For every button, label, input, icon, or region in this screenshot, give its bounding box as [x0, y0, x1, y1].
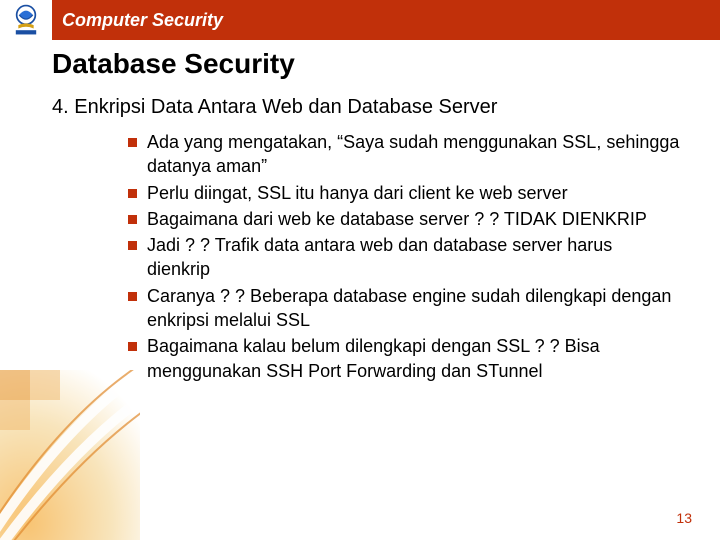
- bullet-icon: [128, 215, 137, 224]
- bullet-text: Ada yang mengatakan, “Saya sudah menggun…: [147, 130, 680, 179]
- bullet-icon: [128, 342, 137, 351]
- slide: Computer Security Database Security 4. E…: [0, 0, 720, 540]
- bullet-list: Ada yang mengatakan, “Saya sudah menggun…: [128, 130, 680, 385]
- university-logo-icon: [9, 3, 43, 37]
- bullet-icon: [128, 241, 137, 250]
- list-item: Caranya ? ? Beberapa database engine sud…: [128, 284, 680, 333]
- bullet-icon: [128, 138, 137, 147]
- list-item: Ada yang mengatakan, “Saya sudah menggun…: [128, 130, 680, 179]
- list-item: Jadi ? ? Trafik data antara web dan data…: [128, 233, 680, 282]
- list-item: Bagaimana dari web ke database server ? …: [128, 207, 680, 231]
- bullet-text: Bagaimana dari web ke database server ? …: [147, 207, 647, 231]
- page-title: Database Security: [52, 48, 295, 80]
- section-heading: 4. Enkripsi Data Antara Web dan Database…: [52, 96, 497, 119]
- bullet-text: Jadi ? ? Trafik data antara web dan data…: [147, 233, 680, 282]
- bullet-text: Caranya ? ? Beberapa database engine sud…: [147, 284, 680, 333]
- page-number: 13: [676, 510, 692, 526]
- list-item: Perlu diingat, SSL itu hanya dari client…: [128, 181, 680, 205]
- header-bar: Computer Security: [0, 0, 720, 40]
- header-title: Computer Security: [52, 10, 223, 31]
- bullet-icon: [128, 292, 137, 301]
- bullet-text: Bagaimana kalau belum dilengkapi dengan …: [147, 334, 680, 383]
- bullet-icon: [128, 189, 137, 198]
- logo-area: [0, 0, 52, 40]
- list-item: Bagaimana kalau belum dilengkapi dengan …: [128, 334, 680, 383]
- bullet-text: Perlu diingat, SSL itu hanya dari client…: [147, 181, 568, 205]
- corner-decoration-icon: [0, 370, 140, 540]
